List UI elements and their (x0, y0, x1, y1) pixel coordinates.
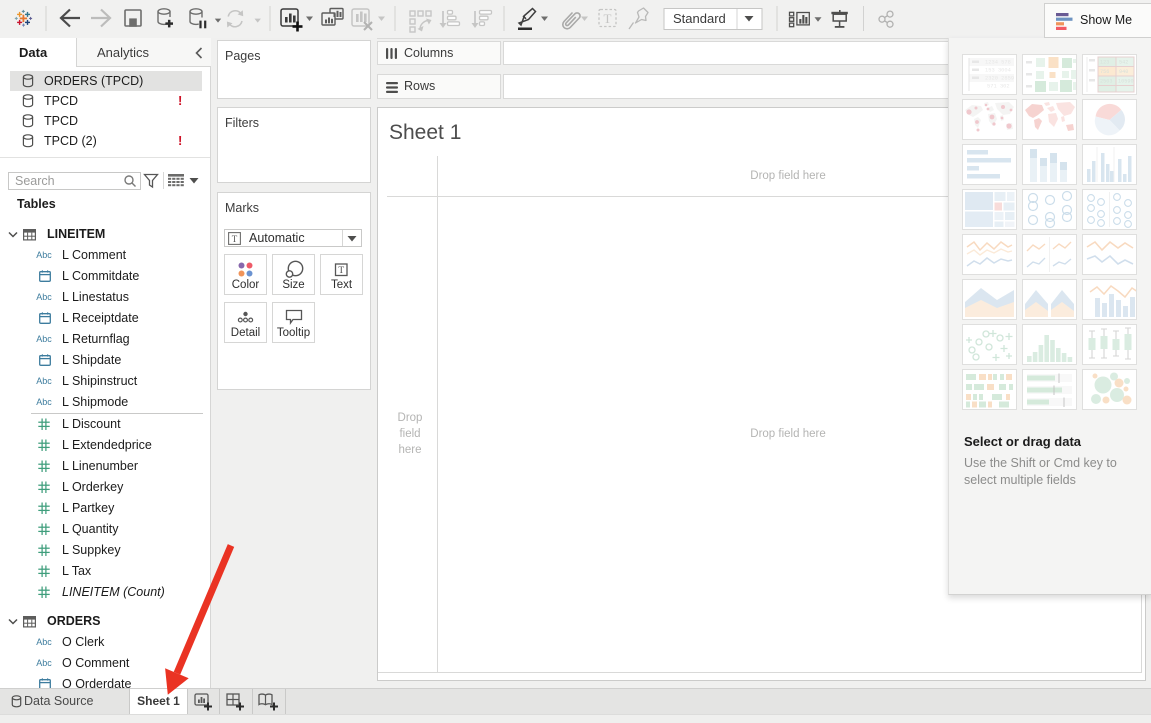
svg-text:2320 2859: 2320 2859 (985, 76, 1014, 82)
svg-text:2503: 2503 (1100, 79, 1112, 85)
svg-text:940: 940 (1119, 69, 1128, 75)
svg-text:123: 123 (1100, 60, 1109, 66)
svg-text:756: 756 (1100, 69, 1109, 75)
svg-text:1234 578: 1234 578 (985, 60, 1011, 66)
svg-text:T: T (338, 266, 344, 276)
svg-text:T: T (232, 234, 238, 244)
svg-text:542: 542 (1119, 60, 1128, 66)
svg-text:Standard: Standard (673, 11, 726, 26)
svg-text:T: T (604, 11, 612, 26)
svg-text:10590: 10590 (1118, 79, 1134, 85)
svg-text:153 3004: 153 3004 (985, 68, 1011, 74)
svg-text:571 302: 571 302 (987, 84, 1010, 90)
